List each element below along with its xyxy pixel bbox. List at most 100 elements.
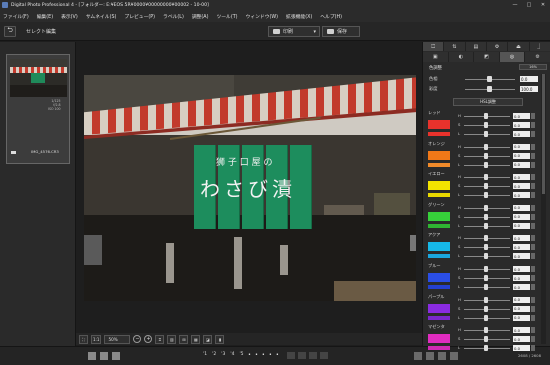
spin-icon[interactable] (531, 336, 535, 343)
hsl-slider-knob[interactable] (484, 244, 488, 251)
hsl-slider-knob[interactable] (484, 174, 488, 181)
hsl-slider-knob[interactable] (484, 275, 488, 281)
hsl-slider-knob[interactable] (484, 161, 488, 168)
spin-icon[interactable] (531, 296, 535, 303)
menu-edit[interactable]: 編集(E) (37, 13, 53, 20)
spin-icon[interactable] (531, 183, 535, 190)
menu-label[interactable]: ラベル(L) (163, 13, 184, 20)
save-button[interactable]: 保存 (322, 26, 360, 37)
tab-settings[interactable]: ⚙ (487, 42, 509, 51)
hsl-value[interactable]: 0.0 (513, 244, 530, 251)
spin-icon[interactable] (531, 113, 535, 119)
print-button[interactable]: 印刷 ▾ (268, 26, 320, 37)
spin-icon[interactable] (531, 192, 535, 199)
menu-window[interactable]: ウィンドウ(W) (246, 13, 278, 20)
tool-color[interactable]: ◎ (499, 52, 526, 62)
highlight-icon[interactable]: ◪ (203, 334, 213, 344)
hsl-value[interactable]: 0.0 (513, 131, 530, 137)
spin-icon[interactable] (531, 275, 535, 281)
hsl-slider-knob[interactable] (484, 253, 488, 260)
single-view-icon[interactable] (112, 352, 120, 360)
menu-adjust[interactable]: 調整(A) (192, 13, 209, 20)
spin-icon[interactable] (531, 345, 535, 352)
hsl-slider-knob[interactable] (484, 327, 488, 334)
scrollbar-thumb[interactable] (542, 74, 545, 194)
hsl-slider-knob[interactable] (484, 183, 488, 190)
tab-detail[interactable]: ▤ (466, 42, 487, 51)
hsl-value[interactable]: 0.0 (513, 113, 530, 119)
hsl-slider-knob[interactable] (484, 143, 488, 150)
tab-tone[interactable]: ⇅ (444, 42, 466, 51)
check-mark-1[interactable]: '1 (203, 352, 207, 357)
hsl-slider-knob[interactable] (484, 345, 488, 352)
hsl-slider-knob[interactable] (484, 122, 488, 128)
menu-view[interactable]: 表示(V) (61, 13, 78, 20)
hsl-value[interactable]: 0.0 (513, 327, 530, 334)
checkmark-icon[interactable] (11, 151, 16, 154)
hsl-slider-knob[interactable] (484, 235, 488, 242)
compare-icon[interactable]: ▥ (167, 334, 177, 344)
hsl-value[interactable]: 0.0 (513, 122, 530, 128)
spin-icon[interactable] (531, 131, 535, 137)
minimize-button[interactable]: — (508, 0, 522, 10)
spin-icon[interactable] (531, 253, 535, 260)
hsl-value[interactable]: 0.0 (513, 336, 530, 343)
hsl-slider-knob[interactable] (484, 305, 488, 312)
menu-preview[interactable]: プレビュー(P) (124, 13, 155, 20)
spin-icon[interactable] (531, 266, 535, 272)
hsl-value[interactable]: 0.0 (513, 235, 530, 242)
prev-image-icon[interactable] (298, 352, 306, 359)
tool-crop[interactable]: ◩ (474, 52, 500, 62)
saturation-value[interactable]: 100.0 (520, 86, 538, 92)
spin-icon[interactable] (531, 122, 535, 128)
spin-icon[interactable] (531, 314, 535, 321)
af-point-icon[interactable]: ⊞ (179, 334, 189, 344)
hsl-slider-knob[interactable] (484, 296, 488, 303)
check-mark-3[interactable]: '3 (221, 352, 225, 357)
star-3[interactable]: • (262, 352, 265, 358)
close-button[interactable]: ✕ (536, 0, 550, 10)
check-mark-2[interactable]: '2 (212, 352, 216, 357)
hsl-value[interactable]: 0.0 (513, 183, 530, 190)
star-4[interactable]: • (269, 352, 272, 358)
spin-icon[interactable] (531, 244, 535, 251)
hsl-value[interactable]: 0.0 (513, 204, 530, 211)
actual-size-icon[interactable]: 1:1 (91, 334, 102, 344)
spin-icon[interactable] (531, 327, 535, 334)
tab-more[interactable]: ⏌ (530, 42, 550, 51)
hsl-value[interactable]: 0.0 (513, 143, 530, 150)
hsl-slider-knob[interactable] (484, 284, 488, 290)
hsl-slider-knob[interactable] (484, 314, 488, 321)
zoom-out-button[interactable]: − (133, 335, 142, 343)
hsl-value[interactable]: 0.0 (513, 152, 530, 159)
palette-scrollbar[interactable] (541, 74, 546, 344)
main-photo[interactable]: 狮 子 口 屋 の わさび漬 (84, 75, 416, 301)
hsl-slider-knob[interactable] (484, 152, 488, 159)
menu-thumbnail[interactable]: サムネイル(S) (86, 13, 117, 20)
hsl-value[interactable]: 0.0 (513, 266, 530, 272)
thumbnail-card[interactable]: 1/125 f/2.8 ISO 100 IMG_4576.CR3 (6, 54, 70, 164)
hsl-slider-knob[interactable] (484, 204, 488, 211)
grid-icon[interactable]: ▦ (191, 334, 201, 344)
spin-icon[interactable] (531, 174, 535, 181)
tool-tone[interactable]: ◐ (449, 52, 475, 62)
crop-icon[interactable]: ⌗ (155, 334, 165, 344)
spin-icon[interactable] (531, 284, 535, 290)
hsl-slider-knob[interactable] (484, 192, 488, 199)
hsl-slider-knob[interactable] (484, 266, 488, 272)
tool-basic[interactable]: ▣ (423, 52, 449, 62)
hsl-adjust-button[interactable]: HSL調整 (453, 98, 523, 106)
spin-icon[interactable] (531, 222, 535, 229)
hsl-slider-knob[interactable] (484, 113, 488, 119)
layout-icon-1[interactable] (414, 352, 422, 360)
hsl-value[interactable]: 0.0 (513, 174, 530, 181)
menu-file[interactable]: ファイル(F) (3, 13, 29, 20)
hue-slider-knob[interactable] (487, 76, 492, 82)
hsl-value[interactable]: 0.0 (513, 222, 530, 229)
tab-export[interactable]: ⏏ (508, 42, 530, 51)
menu-extensions[interactable]: 拡張機能(X) (286, 13, 312, 20)
hsl-value[interactable]: 0.0 (513, 213, 530, 220)
chevron-down-icon[interactable]: ▾ (313, 29, 316, 35)
tool-gear[interactable]: ⚙ (525, 52, 550, 62)
spin-icon[interactable] (531, 213, 535, 220)
